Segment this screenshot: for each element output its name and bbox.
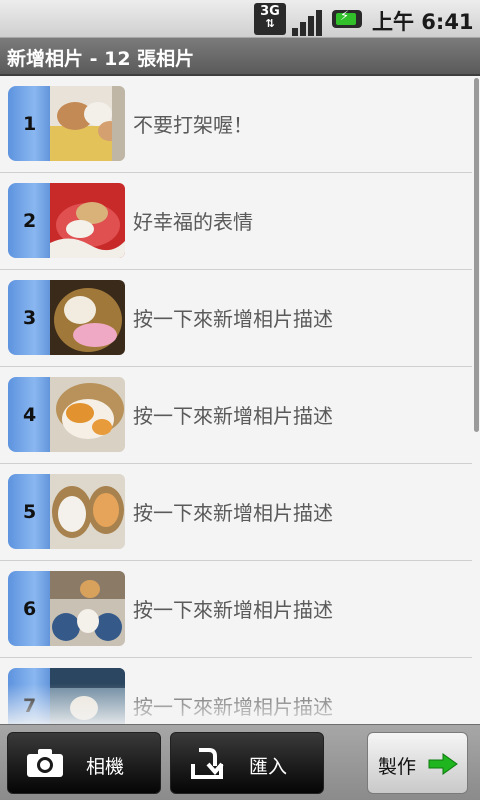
photo-thumbnail [50, 377, 125, 452]
photo-caption[interactable]: 按一下來新增相片描述 [133, 303, 333, 332]
list-item[interactable]: 6 按一下來新增相片描述 [0, 561, 472, 658]
photo-number: 1 [8, 86, 52, 161]
import-button[interactable]: 匯入 [170, 732, 324, 794]
status-bar: 3G ⇅ 上午 6:41 [0, 0, 480, 38]
photo-thumbnail [50, 183, 125, 258]
photo-number: 3 [8, 280, 52, 355]
photo-caption[interactable]: 按一下來新增相片描述 [133, 400, 333, 429]
photo-list[interactable]: 1 不要打架喔！ 2 好幸福的表情 3 按一下來新增相片描述 4 按一下來新增相… [0, 76, 480, 724]
photo-number: 7 [8, 668, 52, 724]
import-label: 匯入 [249, 756, 288, 778]
list-item[interactable]: 4 按一下來新增相片描述 [0, 367, 472, 464]
camera-button[interactable]: 相機 [7, 732, 161, 794]
photo-thumbnail [50, 668, 125, 724]
photo-thumbnail [50, 86, 125, 161]
arrow-right-icon [428, 753, 458, 775]
make-button[interactable]: 製作 [367, 732, 468, 794]
photo-number: 6 [8, 571, 52, 646]
camera-label: 相機 [86, 756, 125, 778]
photo-caption[interactable]: 好幸福的表情 [133, 206, 253, 235]
list-item[interactable]: 2 好幸福的表情 [0, 173, 472, 270]
photo-thumbnail [50, 280, 125, 355]
scrollbar[interactable] [474, 78, 479, 432]
photo-number: 5 [8, 474, 52, 549]
photo-caption[interactable]: 按一下來新增相片描述 [133, 691, 333, 720]
make-label: 製作 [378, 756, 417, 778]
list-item[interactable]: 7 按一下來新增相片描述 [0, 658, 472, 724]
list-item[interactable]: 1 不要打架喔！ [0, 76, 472, 173]
photo-number: 2 [8, 183, 52, 258]
camera-icon [27, 749, 63, 777]
photo-number: 4 [8, 377, 52, 452]
photo-thumbnail [50, 474, 125, 549]
import-icon [191, 748, 224, 779]
clock: 上午 6:41 [372, 10, 474, 34]
photo-caption[interactable]: 不要打架喔！ [133, 109, 253, 138]
photo-caption[interactable]: 按一下來新增相片描述 [133, 594, 333, 623]
list-item[interactable]: 5 按一下來新增相片描述 [0, 464, 472, 561]
signal-icon [292, 6, 324, 36]
bottom-action-bar: 相機 匯入 製作 [0, 724, 480, 800]
photo-caption[interactable]: 按一下來新增相片描述 [133, 497, 333, 526]
list-item[interactable]: 3 按一下來新增相片描述 [0, 270, 472, 367]
battery-charging-icon [332, 9, 362, 28]
photo-thumbnail [50, 571, 125, 646]
network-3g-icon: 3G ⇅ [254, 3, 286, 35]
page-title: 新增相片 - 12 張相片 [0, 38, 480, 76]
